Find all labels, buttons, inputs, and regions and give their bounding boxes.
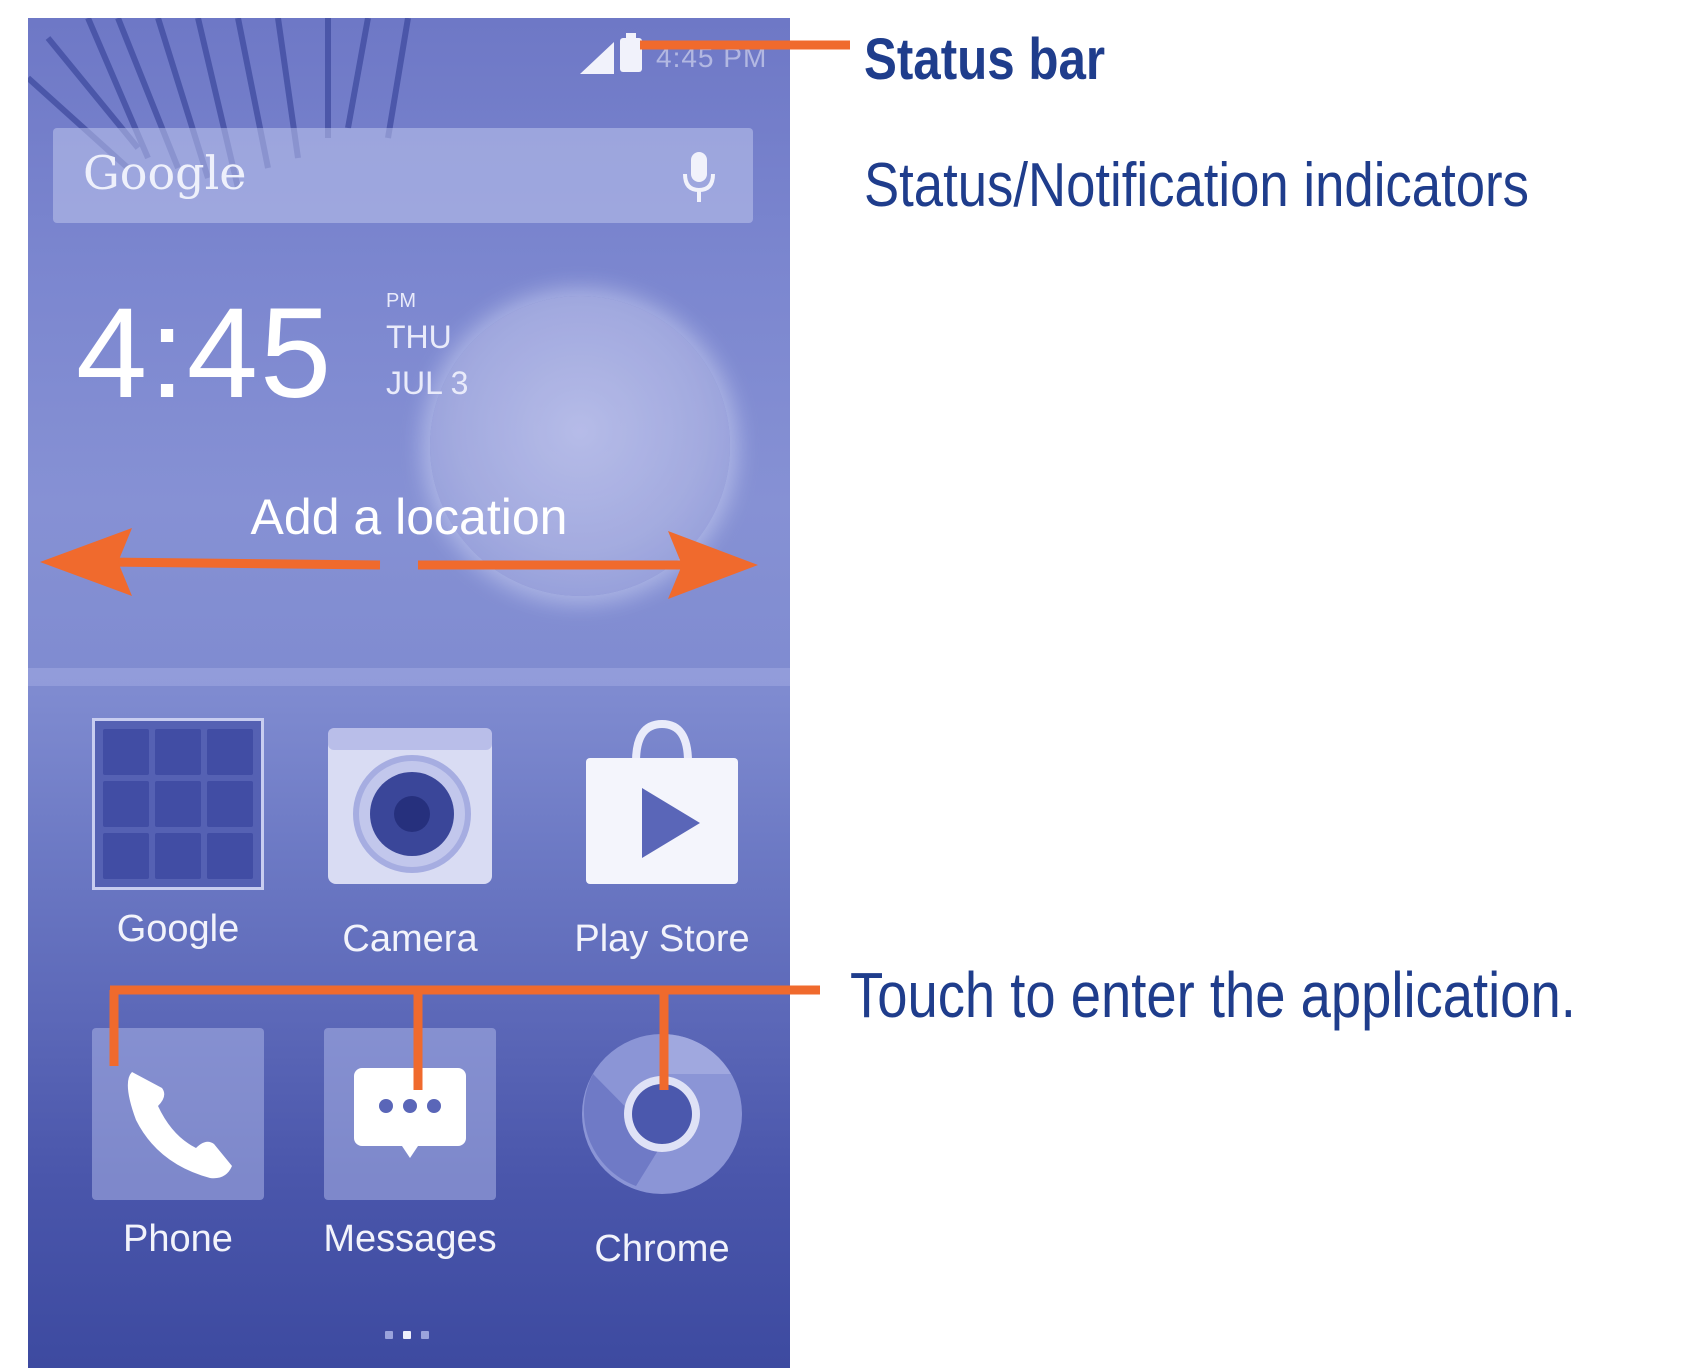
annotation-touch: Touch to enter the application. bbox=[850, 959, 1576, 1031]
annotation-indicators: Status/Notification indicators bbox=[864, 151, 1529, 220]
annotation-status-bar: Status bar bbox=[864, 27, 1106, 92]
